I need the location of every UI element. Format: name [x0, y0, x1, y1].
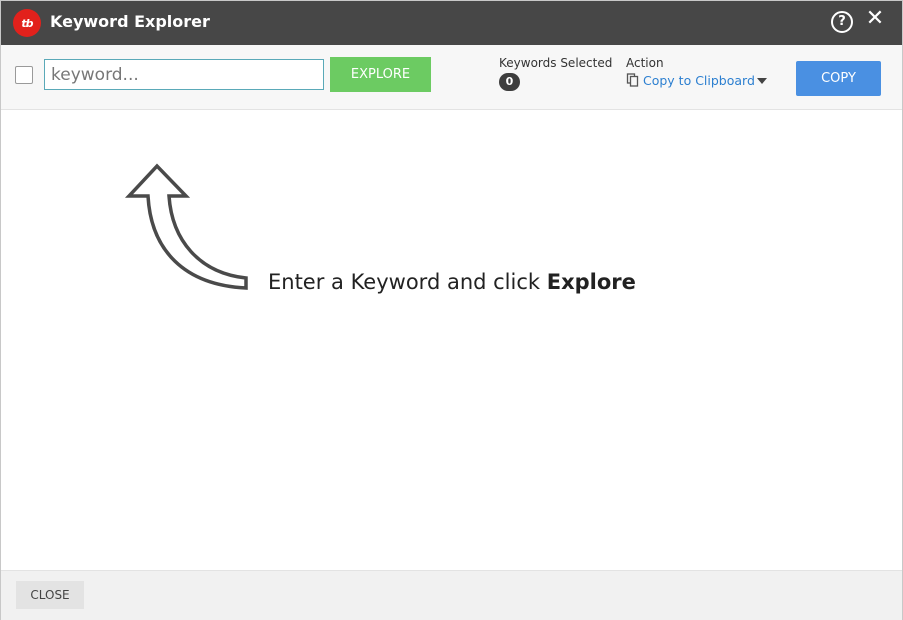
toolbar: EXPLORE Keywords Selected 0 Action Copy …: [1, 45, 902, 110]
keywords-selected-count-badge: 0: [499, 73, 520, 91]
hint-prefix: Enter a Keyword and click: [268, 270, 547, 294]
keyword-input[interactable]: [44, 59, 324, 90]
dialog-footer: CLOSE: [1, 570, 902, 620]
logo-text: tb: [21, 16, 33, 30]
close-button[interactable]: CLOSE: [16, 581, 84, 609]
select-all-checkbox[interactable]: [15, 66, 33, 84]
keyword-explorer-dialog: tb Keyword Explorer ? ✕ EXPLORE Keywords…: [0, 0, 903, 620]
keywords-selected-label: Keywords Selected: [499, 56, 613, 70]
help-icon[interactable]: ?: [831, 11, 853, 33]
tubebuddy-logo-icon: tb: [13, 9, 41, 37]
action-label: Action: [626, 56, 664, 70]
caret-down-icon[interactable]: [757, 78, 767, 84]
copy-icon: [626, 73, 639, 87]
empty-state-hint: Enter a Keyword and click Explore: [268, 270, 636, 294]
hint-emphasis: Explore: [546, 270, 636, 294]
results-area: Enter a Keyword and click Explore: [1, 110, 902, 570]
dialog-title: Keyword Explorer: [50, 12, 210, 31]
action-dropdown[interactable]: Copy to Clipboard: [643, 73, 755, 88]
explore-button[interactable]: EXPLORE: [330, 57, 431, 92]
curved-arrow-up-icon: [124, 163, 248, 290]
close-icon[interactable]: ✕: [863, 7, 887, 31]
copy-button[interactable]: COPY: [796, 61, 881, 96]
title-bar: tb Keyword Explorer ? ✕: [1, 1, 902, 45]
